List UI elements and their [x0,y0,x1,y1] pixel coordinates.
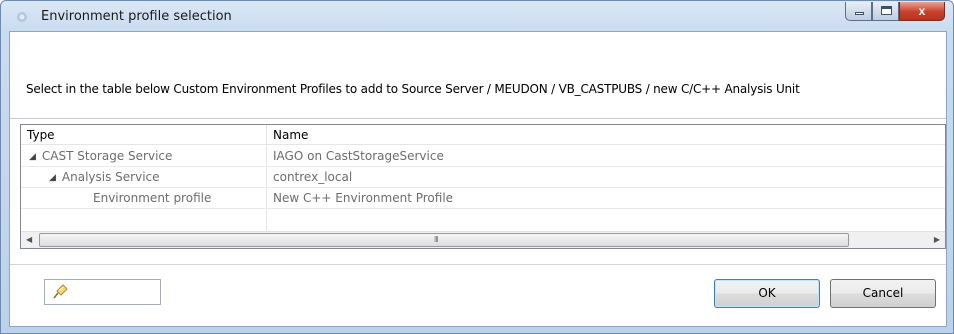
pin-icon[interactable] [51,283,69,301]
dialog-window: Environment profile selection x Select i… [0,0,954,334]
table-header: Type Name [21,125,945,145]
instruction-text: Select in the table below Custom Environ… [26,82,800,96]
dialog-content: Select in the table below Custom Environ… [9,31,947,327]
expanded-triangle-icon[interactable]: ◢ [29,152,36,162]
maximize-button[interactable] [872,2,899,21]
app-icon [17,12,27,22]
scroll-thumb[interactable]: III [39,233,849,247]
window-title: Environment profile selection [41,9,232,24]
scroll-left-icon[interactable]: ◀ [26,235,32,244]
scroll-grip: III [434,235,439,244]
scroll-right-icon[interactable]: ▶ [934,235,940,244]
header-separator [10,118,946,119]
cancel-button[interactable]: Cancel [830,279,936,308]
horizontal-scrollbar[interactable]: ◀ III ▶ [21,231,945,248]
close-button[interactable]: x [899,2,945,21]
column-header-type[interactable]: Type [27,128,55,142]
ok-button[interactable]: OK [714,279,820,308]
minimize-button[interactable] [845,2,872,21]
table-row[interactable]: ◢ CAST Storage Service IAGO on CastStorag… [21,146,945,167]
row-type: Environment profile [93,191,212,205]
minimize-icon [855,12,864,15]
row-name: New C++ Environment Profile [273,191,454,205]
column-header-name[interactable]: Name [273,128,308,142]
row-type: CAST Storage Service [41,149,173,163]
footer-separator [10,264,946,265]
window-controls: x [845,2,945,22]
title-bar[interactable]: Environment profile selection x [1,1,953,31]
table-row[interactable]: ◢ Analysis Service contrex_local [21,167,945,188]
table-row[interactable]: Environment profile New C++ Environment … [21,188,945,209]
row-type: Analysis Service [61,170,160,184]
row-name: IAGO on CastStorageService [273,149,444,163]
maximize-icon [881,6,892,15]
expanded-triangle-icon[interactable]: ◢ [49,173,56,183]
filter-field[interactable] [44,279,161,305]
close-icon: x [918,4,926,18]
profile-table[interactable]: Type Name ◢ CAST Storage Service IAGO on … [20,124,946,249]
row-name: contrex_local [273,170,353,184]
